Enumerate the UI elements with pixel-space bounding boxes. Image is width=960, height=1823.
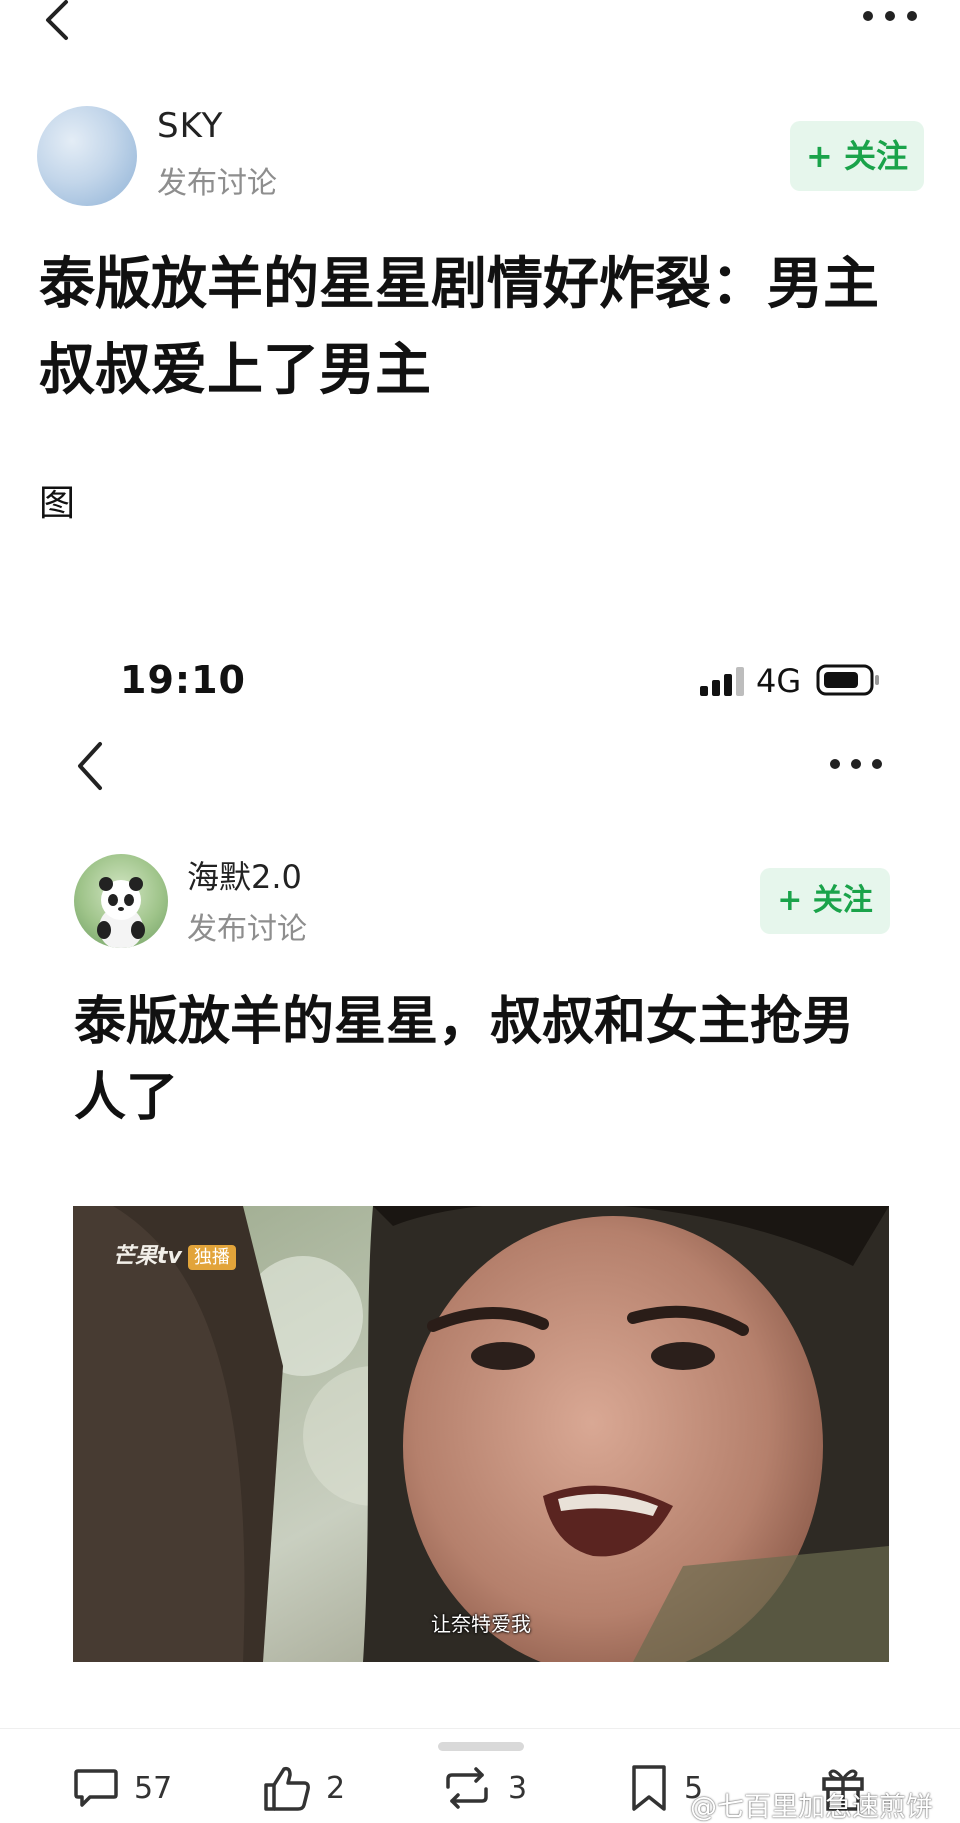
more-icon[interactable]: [828, 752, 884, 776]
like-icon: [264, 1766, 310, 1811]
video-logo-badge: 独播: [187, 1245, 236, 1270]
follow-button[interactable]: + 关注: [760, 868, 890, 934]
video-still[interactable]: 芒果tv 独播 让奈特爱我: [73, 1206, 889, 1662]
comment-count: 57: [134, 1770, 173, 1806]
author-name[interactable]: SKY: [157, 106, 223, 146]
repost-icon: [446, 1767, 488, 1809]
follow-button[interactable]: + 关注: [790, 121, 924, 191]
video-logo-text: 芒果tv: [113, 1244, 182, 1269]
back-icon[interactable]: [38, 0, 78, 48]
home-indicator: [438, 1742, 524, 1751]
like-count: 2: [326, 1770, 346, 1806]
video-subtitle: 让奈特爱我: [431, 1612, 531, 1636]
post-body-text: 图: [39, 483, 76, 524]
video-logo: 芒果tv 独播: [113, 1238, 236, 1270]
avatar[interactable]: [37, 106, 137, 206]
post-title: 泰版放羊的星星，叔叔和女主抢男人了: [74, 992, 855, 1128]
comment-button[interactable]: 57: [72, 1760, 172, 1816]
signal-icon: [700, 666, 746, 696]
favorite-icon: [632, 1765, 666, 1811]
network-label: 4G: [756, 662, 802, 700]
like-button[interactable]: 2: [262, 1760, 345, 1816]
author-subtitle: 发布讨论: [187, 912, 307, 947]
battery-icon: [816, 664, 882, 696]
comment-icon: [74, 1769, 118, 1807]
post-title: 泰版放羊的星星剧情好炸裂：男主叔叔爱上了男主: [39, 252, 879, 403]
avatar[interactable]: [74, 854, 168, 948]
divider: [0, 1728, 960, 1729]
watermark: @七百里加急速煎饼: [690, 1792, 933, 1823]
author-subtitle: 发布讨论: [157, 166, 277, 201]
status-time: 19:10: [120, 658, 246, 702]
author-name[interactable]: 海默2.0: [187, 852, 302, 898]
repost-count: 3: [508, 1770, 528, 1806]
back-icon[interactable]: [72, 740, 112, 792]
repost-button[interactable]: 3: [440, 1760, 527, 1816]
more-icon[interactable]: [860, 4, 920, 28]
